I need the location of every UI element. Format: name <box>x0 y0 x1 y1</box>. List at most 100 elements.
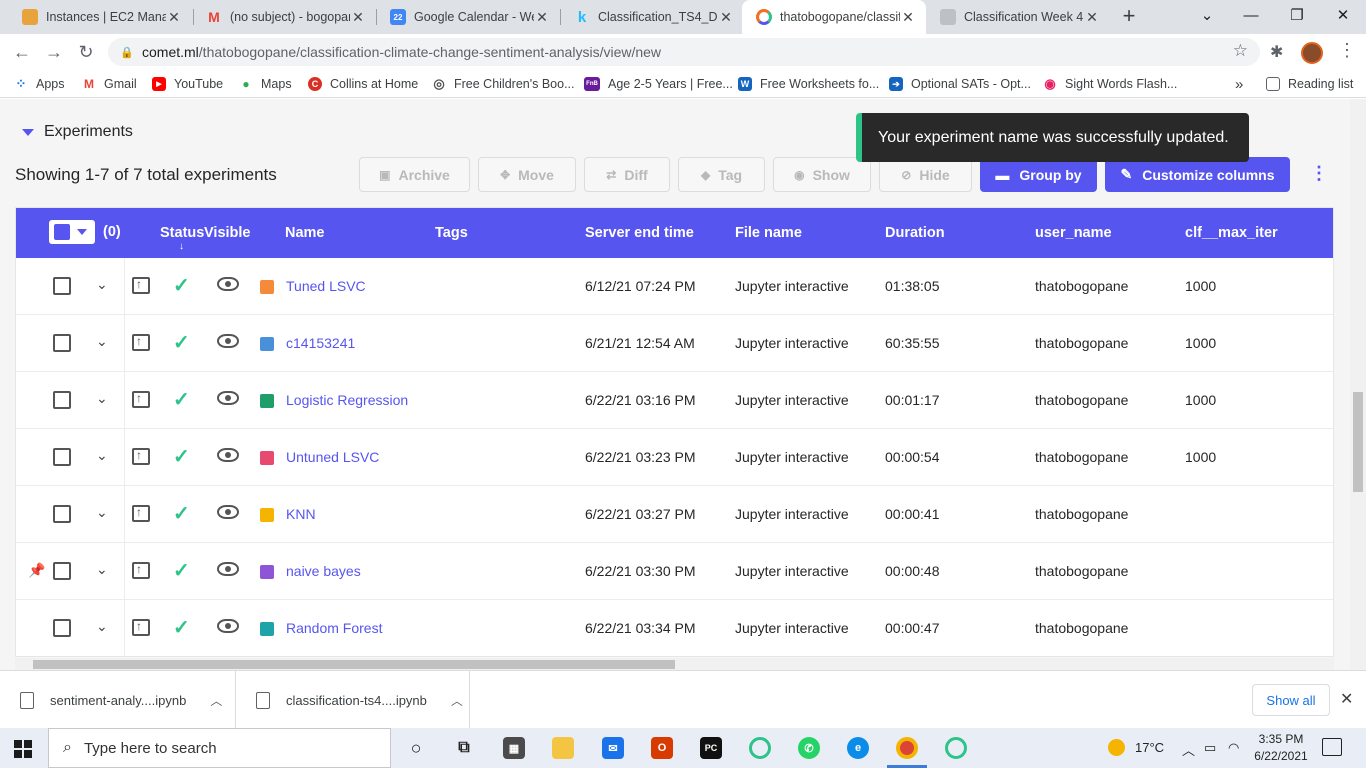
store-icon[interactable]: ▦ <box>503 737 525 759</box>
tab-search-icon[interactable]: ⌄ <box>1184 0 1230 34</box>
app-green-ring-icon[interactable] <box>749 737 771 759</box>
window-close-button[interactable]: ✕ <box>1320 0 1366 34</box>
extensions-puzzle-icon[interactable]: ✱ <box>1270 42 1283 62</box>
download-item[interactable]: classification-ts4....ipynb ︿ <box>236 671 470 729</box>
experiment-name-link[interactable]: Random Forest <box>286 620 382 636</box>
visible-eye-icon[interactable] <box>217 391 239 405</box>
row-checkbox[interactable] <box>53 448 71 466</box>
restore-button[interactable]: ❐ <box>1274 0 1320 34</box>
close-icon[interactable]: ✕ <box>1340 689 1353 709</box>
app-green-ring-icon[interactable] <box>945 737 967 759</box>
edge-icon[interactable]: e <box>847 737 869 759</box>
caret-down-icon[interactable] <box>77 229 87 235</box>
experiment-color-swatch[interactable] <box>260 565 274 579</box>
open-experiment-icon[interactable] <box>132 334 150 351</box>
minimize-button[interactable]: — <box>1228 0 1274 34</box>
row-checkbox[interactable] <box>53 277 71 295</box>
back-arrow-icon[interactable]: ← <box>10 40 34 64</box>
file-explorer-icon[interactable] <box>552 737 574 759</box>
bookmarks-overflow-button[interactable]: » <box>1235 75 1243 93</box>
download-item[interactable]: sentiment-analy....ipynb ︿ <box>0 671 236 729</box>
visible-eye-icon[interactable] <box>217 277 239 291</box>
table-row[interactable]: 📌 ⌄ ✓ naive bayes 6/22/21 03:30 PM Jupyter in… <box>16 543 1333 600</box>
chevron-down-icon[interactable]: ⌄ <box>96 504 108 521</box>
visible-eye-icon[interactable] <box>217 619 239 633</box>
pycharm-icon[interactable]: PC <box>700 737 722 759</box>
row-checkbox[interactable] <box>53 505 71 523</box>
chevron-up-icon[interactable]: ︿ <box>210 692 222 709</box>
weather-widget[interactable]: 17°C <box>1108 739 1164 756</box>
experiment-color-swatch[interactable] <box>260 451 274 465</box>
close-icon[interactable]: ✕ <box>534 9 550 26</box>
row-checkbox[interactable] <box>53 619 71 637</box>
open-experiment-icon[interactable] <box>132 448 150 465</box>
close-icon[interactable]: ✕ <box>718 9 734 26</box>
office-icon[interactable]: O <box>651 737 673 759</box>
row-checkbox[interactable] <box>53 391 71 409</box>
visible-eye-icon[interactable] <box>217 562 239 576</box>
more-options-icon[interactable]: ⋮ <box>1310 163 1328 184</box>
column-header-visible[interactable]: Visible <box>204 225 250 241</box>
column-header-name[interactable]: Name <box>285 225 325 241</box>
column-header-clf-max-iter[interactable]: clf__max_iter <box>1185 225 1278 241</box>
select-all-checkbox[interactable] <box>54 224 70 240</box>
reading-list-button[interactable]: Reading list <box>1266 75 1353 93</box>
taskbar-clock[interactable]: 3:35 PM 6/22/2021 <box>1250 731 1312 765</box>
chrome-menu-icon[interactable]: ⋮ <box>1338 40 1356 61</box>
bookmark-optional-sats[interactable]: ➔ Optional SATs - Opt... <box>889 75 1031 93</box>
diff-button[interactable]: ⇄ Diff <box>584 157 670 192</box>
tab-calendar[interactable]: 22 Google Calendar - We ✕ <box>376 0 560 34</box>
experiment-color-swatch[interactable] <box>260 337 274 351</box>
column-header-server-end-time[interactable]: Server end time <box>585 225 694 241</box>
bookmark-collins[interactable]: C Collins at Home <box>308 75 418 93</box>
row-checkbox[interactable] <box>53 562 71 580</box>
show-button[interactable]: ◉ Show <box>773 157 871 192</box>
close-icon[interactable]: ✕ <box>350 9 366 26</box>
visible-eye-icon[interactable] <box>217 334 239 348</box>
bookmark-apps[interactable]: ⁘ Apps <box>14 75 65 93</box>
chevron-down-icon[interactable]: ⌄ <box>96 333 108 350</box>
forward-arrow-icon[interactable]: → <box>42 40 66 64</box>
hide-button[interactable]: ⊘ Hide <box>879 157 972 192</box>
open-experiment-icon[interactable] <box>132 391 150 408</box>
cortana-icon[interactable]: ○ <box>405 737 427 759</box>
open-experiment-icon[interactable] <box>132 619 150 636</box>
tag-button[interactable]: ◆ Tag <box>678 157 765 192</box>
windows-start-icon[interactable] <box>14 740 32 758</box>
table-row[interactable]: ⌄ ✓ Logistic Regression 6/22/21 03:16 PM Jup… <box>16 372 1333 429</box>
tab-ec2[interactable]: Instances | EC2 Manag ✕ <box>8 0 192 34</box>
tab-comet-active[interactable]: thatobogopane/classif ✕ <box>742 0 926 34</box>
chevron-up-icon[interactable]: ︿ <box>451 692 463 709</box>
vertical-scrollbar[interactable] <box>1350 99 1366 670</box>
taskbar-search-input[interactable]: ⌕ Type here to search <box>48 728 391 768</box>
open-experiment-icon[interactable] <box>132 505 150 522</box>
experiment-color-swatch[interactable] <box>260 508 274 522</box>
bookmark-youtube[interactable]: ▶ YouTube <box>152 75 223 93</box>
show-all-button[interactable]: Show all <box>1252 684 1330 716</box>
experiment-color-swatch[interactable] <box>260 280 274 294</box>
select-all-dropdown[interactable] <box>49 220 95 244</box>
experiment-name-link[interactable]: Untuned LSVC <box>286 449 379 465</box>
address-bar[interactable]: 🔒 comet.ml/thatobogopane/classification-… <box>108 38 1260 66</box>
table-row[interactable]: ⌄ ✓ c14153241 6/21/21 12:54 AM Jupyter inter… <box>16 315 1333 372</box>
visible-eye-icon[interactable] <box>217 505 239 519</box>
wifi-icon[interactable]: ◠ <box>1228 740 1239 756</box>
horizontal-scroll-thumb[interactable] <box>33 660 675 669</box>
group-by-button[interactable]: ▬ Group by <box>980 157 1097 192</box>
pin-icon[interactable]: 📌 <box>28 562 45 579</box>
column-header-file-name[interactable]: File name <box>735 225 802 241</box>
bookmark-sight-words[interactable]: ◉ Sight Words Flash... <box>1043 75 1177 93</box>
experiment-name-link[interactable]: naive bayes <box>286 563 361 579</box>
experiment-color-swatch[interactable] <box>260 394 274 408</box>
bookmark-childrens-books[interactable]: ◎ Free Children's Boo... <box>432 75 574 93</box>
column-header-status[interactable]: Status <box>160 225 204 241</box>
move-button[interactable]: ✥ Move <box>478 157 576 192</box>
chevron-down-icon[interactable]: ⌄ <box>96 390 108 407</box>
bookmark-worksheets[interactable]: W Free Worksheets fo... <box>738 75 879 93</box>
chevron-up-icon[interactable]: ︿ <box>1182 740 1195 759</box>
close-icon[interactable]: ✕ <box>166 9 182 26</box>
chevron-down-icon[interactable]: ⌄ <box>96 618 108 635</box>
whatsapp-icon[interactable]: ✆ <box>798 737 820 759</box>
horizontal-scrollbar[interactable] <box>15 658 1334 670</box>
close-icon[interactable]: ✕ <box>1084 9 1100 26</box>
